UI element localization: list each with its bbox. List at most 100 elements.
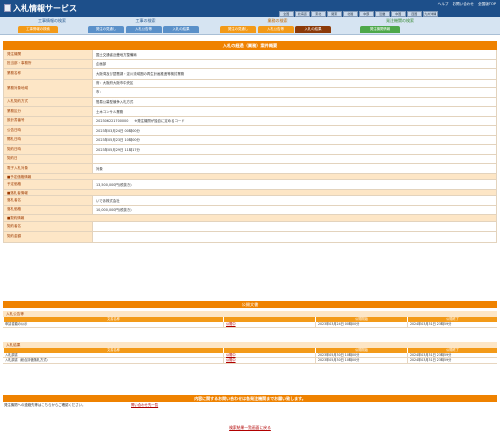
design-number-note: ※発注機関が独自に定めるコード — [134, 119, 185, 124]
case-summary: 入札の経過（業務）案件概要 発注機関 国土交通省近畿地方整備局 担当部・事務所 企画… — [3, 41, 497, 243]
contact-section: 内容に関するお問い合わせは各発注機関までお願い致します。 発注機関への連絡先等は… — [3, 395, 497, 409]
row-label: 契約日 — [4, 154, 92, 163]
group-heading: 業務の検索 — [267, 18, 288, 23]
detail-row: 発注機関 国土交通省近畿地方整備局 — [3, 50, 497, 60]
doc-start: 2023年05月30日 10時00分 — [315, 358, 407, 363]
service-search-group: 業務の検索 発注の見通し 入札公告等 入札の結果 — [220, 18, 335, 34]
detail-row: 予定価格 13,500,000円(税抜き) — [3, 180, 497, 190]
contact-heading: 内容に関するお問い合わせは各発注機関までお願い致します。 — [3, 395, 497, 402]
row-label: 開札日時 — [4, 135, 92, 144]
detail-row: 契約金額 — [3, 232, 497, 243]
detail-row: 業務区分 土木コンサル業務 — [3, 107, 497, 117]
design-number: 202306221700000 — [96, 118, 129, 123]
row-label: 公告日時 — [4, 126, 92, 135]
row-value: 大阪湾及び琵琶湖・淀川流域圏の再生計画推進等検討業務 — [92, 69, 496, 79]
site-title[interactable]: 入札情報サービス — [13, 3, 77, 14]
back-to-results-link[interactable]: 検索結果一覧画面に戻る — [229, 425, 271, 430]
tab-service-results[interactable]: 入札の結果 — [295, 26, 331, 33]
detail-row: 落札者名 いであ株式会社 — [3, 196, 497, 206]
region-tab[interactable]: 中国 — [391, 11, 406, 17]
detail-row: 落札価格 10,000,000円(税抜き) — [3, 205, 497, 215]
public-doc-link[interactable]: 公開中 — [226, 358, 236, 362]
tab-agency-info[interactable]: 発注機関情報 — [360, 26, 400, 33]
doc-start: 2023年05月30日 10時00分 — [315, 352, 407, 357]
tab-service-notices[interactable]: 入札公告等 — [257, 26, 294, 33]
detail-row: 入札契約方式 簡易公募型競争入札方式 — [3, 97, 497, 107]
tab-construction-notices[interactable]: 入札公告等 — [125, 26, 162, 33]
row-value: 202306221700000 ※発注機関が独自に定めるコード — [92, 116, 496, 125]
public-documents-title: 公開文書 — [3, 301, 497, 308]
region-tab[interactable]: 全国 — [279, 11, 294, 17]
row-label: 入札契約方式 — [4, 97, 92, 106]
row-value: 簡易公募型競争入札方式 — [92, 97, 496, 106]
row-label: 落札者名 — [4, 196, 92, 205]
row-label: 業務区分 — [4, 107, 92, 116]
row-value: いであ株式会社 — [92, 196, 496, 205]
help-link[interactable]: ヘルプ — [438, 2, 449, 7]
site-header: 入札情報サービス ヘルプ お問い合わせ 全国版TOP 全国 北海道 東北 関東 … — [0, 0, 500, 17]
region-tab[interactable]: 四国 — [407, 11, 422, 17]
area-values: 府：大阪府大阪市中央区 市： — [92, 79, 496, 97]
row-value — [92, 154, 496, 163]
row-value: 2023年03月24日 00時00分 — [92, 126, 496, 135]
tab-construction-outlook[interactable]: 発注の見通し — [88, 26, 124, 33]
row-value: 13,500,000円(税抜き) — [92, 180, 496, 189]
row-value: 10,000,000円(税抜き) — [92, 205, 496, 214]
national-top-link[interactable]: 全国版TOP — [478, 2, 496, 7]
tab-service-outlook[interactable]: 発注の見通し — [220, 26, 256, 33]
public-doc-link[interactable]: 公開中 — [226, 353, 236, 357]
region-tab[interactable]: 北陸 — [343, 11, 358, 17]
group-heading: 工事情報の検索 — [38, 18, 66, 23]
doc-end: 2024年03月31日 23時59分 — [407, 358, 497, 363]
region-tabs: 全国 北海道 東北 関東 北陸 中部 近畿 中国 四国 九州沖縄 — [279, 11, 438, 17]
back-container: 検索結果一覧画面に戻る — [0, 425, 500, 431]
detail-row: 電子入札対象 対象 — [3, 164, 497, 174]
construction-search-group: 工事の検索 発注の見通し 入札公告等 入札の結果 — [88, 18, 203, 34]
detail-row: 担当部・事務所 企画部 — [3, 59, 497, 69]
row-label: 契約日時 — [4, 145, 92, 154]
group-heading: 発注機関の検索 — [386, 18, 414, 23]
table-row: 申請書類の公示 公開中 2023年03月24日 00時00分 2024年03月3… — [3, 322, 497, 328]
detail-row: 業務名称 大阪湾及び琵琶湖・淀川流域圏の再生計画推進等検討業務 — [3, 69, 497, 80]
detail-row: 開札日時 2023年05月23日 10時00分 — [3, 135, 497, 145]
region-tab[interactable]: 東北 — [311, 11, 326, 17]
detail-row: 契約日時 2023年05月29日 11時17分 — [3, 145, 497, 155]
region-tab[interactable]: 九州沖縄 — [423, 11, 438, 17]
region-tab[interactable]: 関東 — [327, 11, 342, 17]
region-tab[interactable]: 近畿 — [375, 11, 390, 17]
tab-construction-results[interactable]: 入札の結果 — [163, 26, 199, 33]
doc-start: 2023年03月24日 00時00分 — [315, 322, 407, 327]
contact-list-link[interactable]: 問い合わせ先一覧 — [131, 402, 158, 409]
region-tab[interactable]: 中部 — [359, 11, 374, 17]
row-label: 契約者名 — [4, 221, 92, 231]
row-value: 企画部 — [92, 59, 496, 68]
logo-icon — [4, 4, 11, 12]
table-row: 入札調書（総合評価落札方式） 公開中 2023年05月30日 10時00分 20… — [3, 358, 497, 364]
doc-name: 入札調書 — [5, 352, 18, 357]
row-value: 国土交通省近畿地方整備局 — [92, 50, 496, 59]
row-value: 2023年05月29日 11時17分 — [92, 145, 496, 154]
row-label: 予定価格 — [4, 180, 92, 189]
detail-row: 業務対象地域 府：大阪府大阪市中央区 市： — [3, 79, 497, 98]
row-label: 担当部・事務所 — [4, 59, 92, 68]
inquiry-link[interactable]: お問い合わせ — [452, 2, 474, 7]
row-value: 土木コンサル業務 — [92, 107, 496, 116]
agency-search-group: 発注機関の検索 発注機関情報 — [360, 18, 440, 34]
doc-end: 2024年03月31日 23時59分 — [407, 352, 497, 357]
tab-construction-info-search[interactable]: 工事情報の検索 — [18, 26, 58, 33]
detail-row: 公告日時 2023年03月24日 00時00分 — [3, 126, 497, 136]
public-doc-link[interactable]: 公開中 — [226, 322, 236, 326]
region-tab[interactable]: 北海道 — [295, 11, 310, 17]
contact-text: 発注機関への連絡先等はこちらからご確認ください。 — [4, 403, 86, 407]
row-label: 発注機関 — [4, 50, 92, 59]
row-value: 府：大阪府大阪市中央区 — [93, 79, 496, 88]
row-label: 設計書番号 — [4, 116, 92, 125]
row-label: 契約金額 — [4, 232, 92, 242]
detail-row: 契約者名 — [3, 221, 497, 232]
row-value: 2023年05月23日 10時00分 — [92, 135, 496, 144]
public-documents: 公開文書 入札公告等 文書名称 公開開始 公開終了 申請書類の公示 公開中 20… — [3, 301, 497, 364]
row-label: 電子入札対象 — [4, 164, 92, 173]
construction-info-group: 工事情報の検索 工事情報の検索 — [18, 18, 86, 34]
row-value: 市： — [96, 90, 103, 94]
detail-row: 契約日 — [3, 154, 497, 164]
